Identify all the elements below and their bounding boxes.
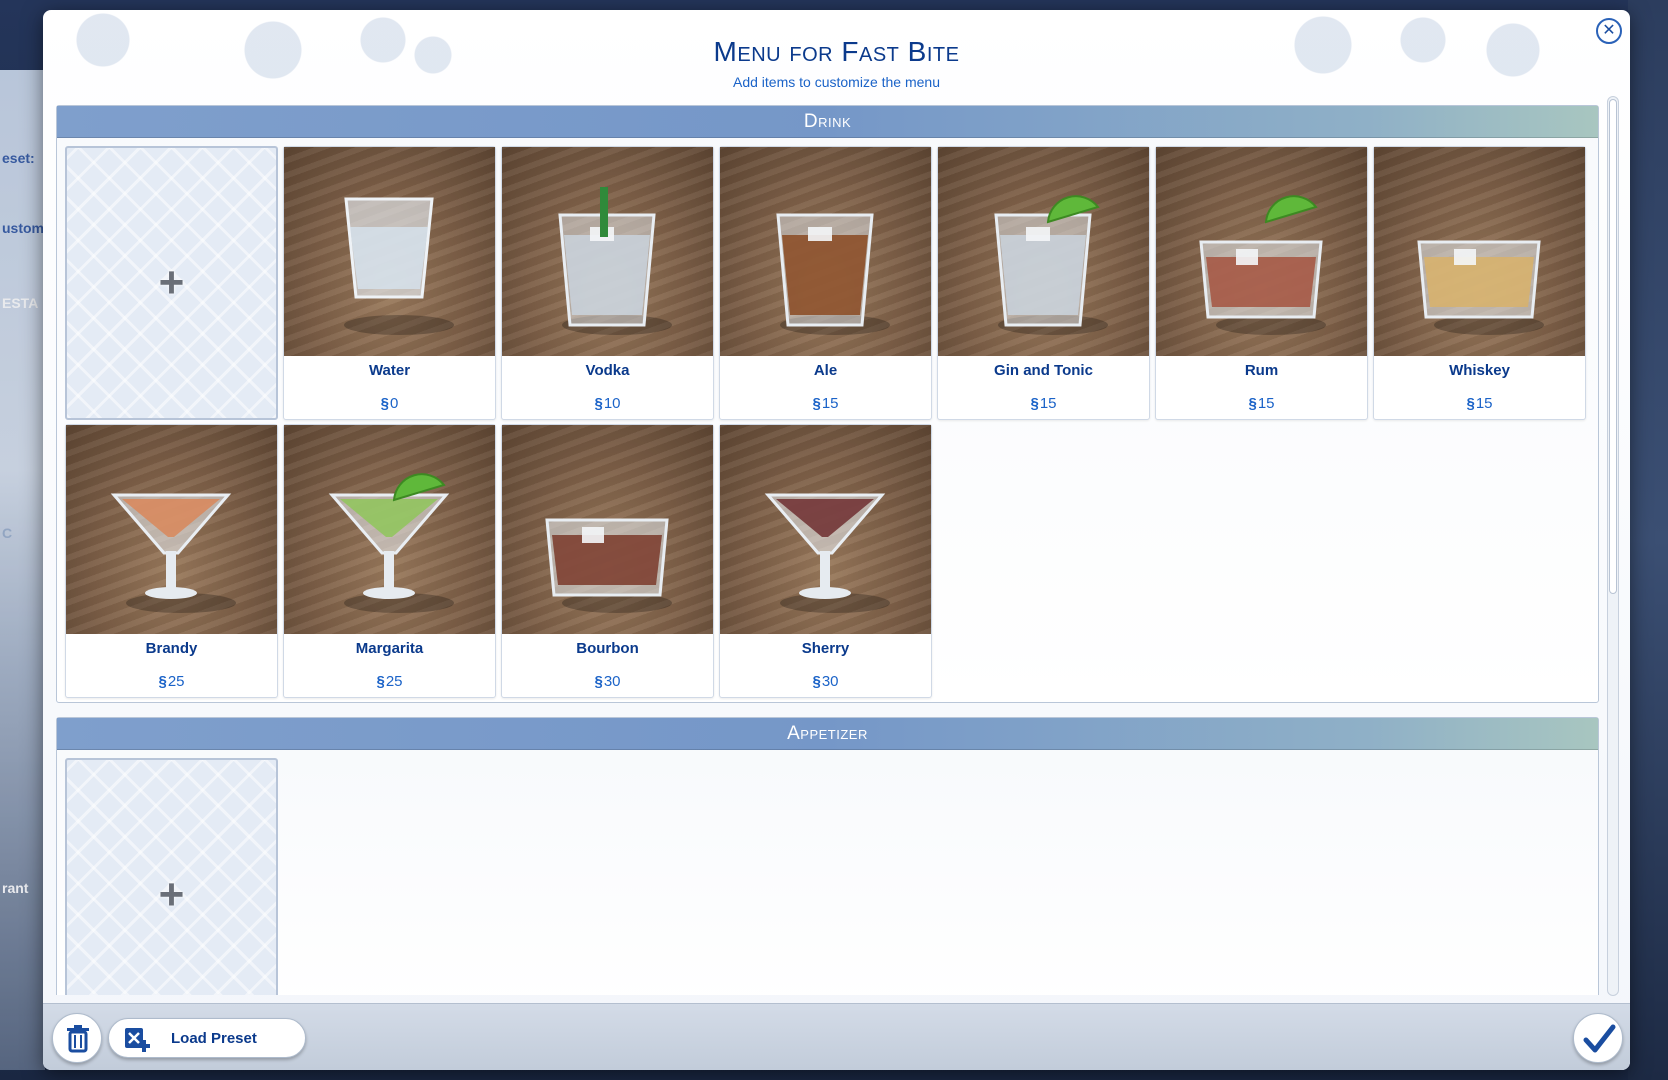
- background-panel-left: eset: ustom ESTA C rant: [0, 70, 45, 1070]
- menu-item-gin-and-tonic[interactable]: Gin and Tonic §15: [937, 146, 1150, 420]
- price-value: 15: [821, 395, 839, 412]
- section-header: Appetizer: [57, 718, 1598, 750]
- background-fragment: ESTA: [2, 295, 39, 311]
- section-header: Drink: [57, 106, 1598, 138]
- simoleon-icon: §: [380, 395, 389, 412]
- simoleon-icon: §: [376, 673, 385, 690]
- item-name: Brandy: [145, 640, 198, 657]
- item-name: Bourbon: [576, 640, 639, 657]
- scrollbar-thumb[interactable]: [1609, 99, 1617, 594]
- background-fragment: rant: [2, 880, 29, 896]
- checkmark-icon: [1583, 1024, 1616, 1053]
- item-price: §15: [1374, 395, 1585, 412]
- dialog-footer: Load Preset: [43, 1003, 1630, 1070]
- item-name: Margarita: [355, 640, 424, 657]
- drink-photo: [938, 147, 1149, 356]
- section-drink: Drink + Water §0 Vodka §10 Ale §15 Gin and Ton…: [56, 105, 1599, 703]
- menu-item-bourbon[interactable]: Bourbon §30: [501, 424, 714, 698]
- drink-image: [1199, 195, 1326, 335]
- price-value: 25: [167, 673, 185, 690]
- drink-image: [344, 197, 454, 335]
- dialog-title: Menu for Fast Bite: [713, 36, 960, 67]
- drink-photo: [284, 425, 495, 634]
- price-value: 0: [390, 395, 399, 412]
- menu-item-vodka[interactable]: Vodka §10: [501, 146, 714, 420]
- simoleon-icon: §: [594, 673, 603, 690]
- item-price: §30: [502, 673, 713, 690]
- background-fragment: eset:: [2, 150, 35, 166]
- trash-icon: [67, 1025, 89, 1053]
- item-name: Water: [368, 362, 411, 379]
- scrollbar[interactable]: [1607, 96, 1619, 996]
- simoleon-icon: §: [1248, 395, 1257, 412]
- background-fragment: ustom: [2, 220, 44, 236]
- item-price: §10: [502, 395, 713, 412]
- item-price: §25: [284, 673, 495, 690]
- drink-photo: [502, 147, 713, 356]
- simoleon-icon: §: [158, 673, 167, 690]
- drink-image: [545, 518, 672, 613]
- price-value: 15: [1039, 395, 1057, 412]
- menu-item-rum[interactable]: Rum §15: [1155, 146, 1368, 420]
- drink-photo: [502, 425, 713, 634]
- drink-image: [1417, 240, 1544, 335]
- menu-item-water[interactable]: Water §0: [283, 146, 496, 420]
- price-value: 25: [385, 673, 403, 690]
- drink-image: [994, 195, 1108, 335]
- item-price: §25: [66, 673, 277, 690]
- simoleon-icon: §: [594, 395, 603, 412]
- simoleon-icon: §: [1030, 395, 1039, 412]
- item-name: Sherry: [801, 640, 850, 657]
- menu-dialog: ✕ Menu for Fast Bite Add items to custom…: [43, 10, 1630, 1070]
- simoleon-icon: §: [812, 395, 821, 412]
- price-value: 30: [603, 673, 621, 690]
- menu-item-whiskey[interactable]: Whiskey §15: [1373, 146, 1586, 420]
- dialog-subtitle: Add items to customize the menu: [733, 74, 940, 90]
- simoleon-icon: §: [1466, 395, 1475, 412]
- background-fragment: C: [2, 525, 13, 541]
- load-preset-label: Load Preset: [171, 1030, 257, 1047]
- item-price: §15: [1156, 395, 1367, 412]
- item-price: §30: [720, 673, 931, 690]
- item-price: §15: [938, 395, 1149, 412]
- menu-item-ale[interactable]: Ale §15: [719, 146, 932, 420]
- simoleon-icon: §: [812, 673, 821, 690]
- plus-icon: +: [158, 258, 185, 307]
- item-name: Gin and Tonic: [994, 362, 1093, 379]
- background-panel-right: [1628, 0, 1668, 1080]
- drink-photo: [1374, 147, 1585, 356]
- drink-image: [558, 187, 672, 335]
- add-item-button[interactable]: +: [65, 758, 278, 995]
- delete-button[interactable]: [52, 1013, 102, 1063]
- drink-image: [776, 213, 890, 335]
- drink-image: [328, 473, 454, 613]
- load-preset-icon: [125, 1028, 150, 1052]
- confirm-button[interactable]: [1573, 1013, 1623, 1063]
- price-value: 30: [821, 673, 839, 690]
- plus-icon: +: [158, 870, 185, 919]
- drink-photo: [720, 425, 931, 634]
- drink-image: [764, 493, 890, 613]
- drink-photo: [284, 147, 495, 356]
- menu-item-brandy[interactable]: Brandy §25: [65, 424, 278, 698]
- menu-item-margarita[interactable]: Margarita §25: [283, 424, 496, 698]
- item-price: §0: [284, 395, 495, 412]
- menu-scroll-area[interactable]: Drink + Water §0 Vodka §10 Ale §15 Gin and Ton…: [56, 95, 1599, 995]
- item-name: Ale: [813, 362, 838, 379]
- drink-photo: [1156, 147, 1367, 356]
- menu-item-sherry[interactable]: Sherry §30: [719, 424, 932, 698]
- price-value: 15: [1257, 395, 1275, 412]
- add-item-button[interactable]: +: [65, 146, 278, 420]
- item-name: Rum: [1244, 362, 1279, 379]
- load-preset-button[interactable]: Load Preset: [108, 1018, 306, 1058]
- section-appetizer: Appetizer +: [56, 717, 1599, 995]
- item-price: §15: [720, 395, 931, 412]
- item-name: Whiskey: [1449, 362, 1510, 379]
- drink-image: [110, 493, 236, 613]
- price-value: 10: [603, 395, 621, 412]
- price-value: 15: [1475, 395, 1493, 412]
- drink-photo: [66, 425, 277, 634]
- item-name: Vodka: [585, 362, 630, 379]
- drink-photo: [720, 147, 931, 356]
